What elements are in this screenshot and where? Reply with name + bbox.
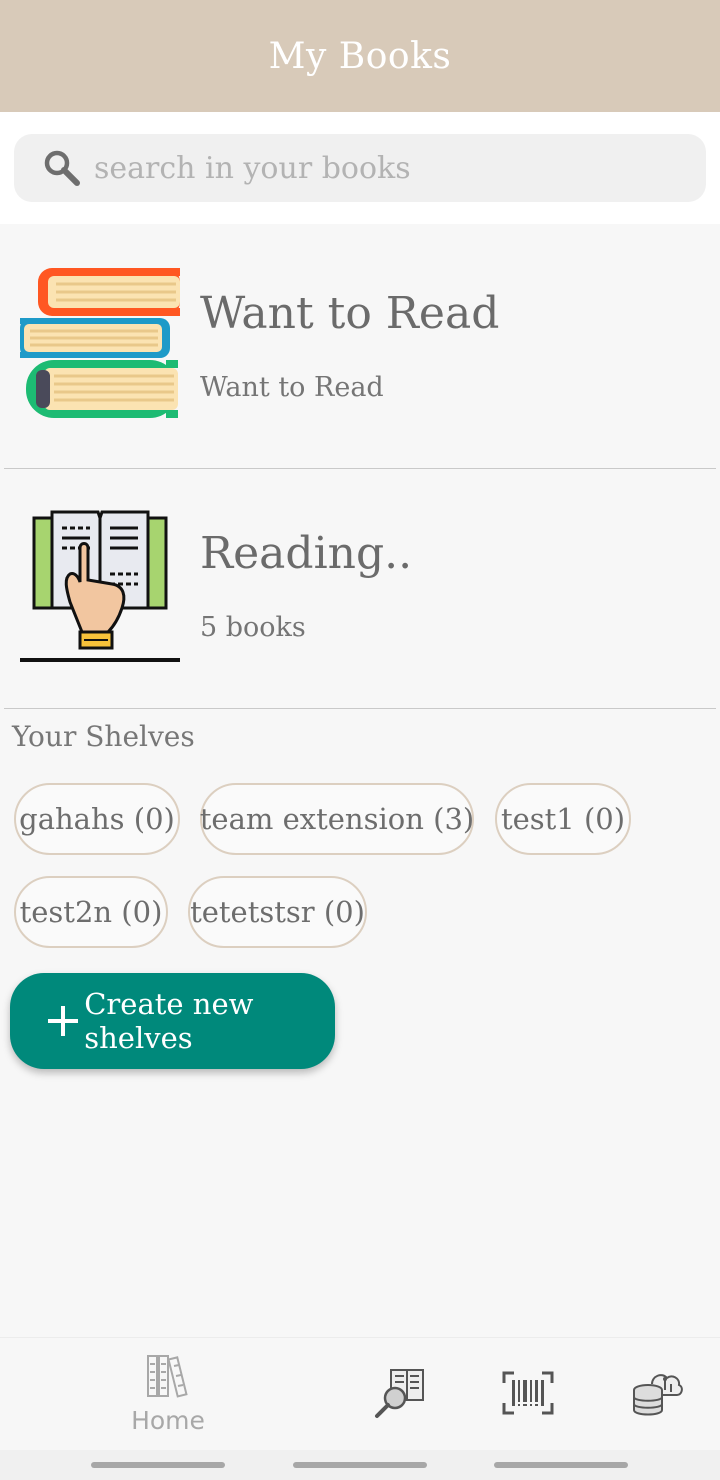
nav-book-search[interactable]	[368, 1338, 432, 1451]
shelf-reading[interactable]: Reading.. 5 books	[0, 468, 720, 708]
shelf-title: Reading..	[200, 528, 413, 579]
book-search-icon	[373, 1366, 427, 1424]
your-shelves-heading: Your Shelves	[12, 720, 195, 753]
search-icon	[42, 148, 82, 188]
shelf-want-to-read[interactable]: Want to Read Want to Read	[0, 228, 720, 468]
create-button-label: Create new shelves	[84, 987, 254, 1055]
shelf-title: Want to Read	[200, 288, 500, 339]
cloud-database-icon	[632, 1368, 684, 1422]
shelf-chip[interactable]: tetetstsr (0)	[188, 876, 367, 948]
search-area	[0, 112, 720, 224]
search-input[interactable]	[94, 150, 654, 186]
divider	[4, 708, 716, 709]
search-bar[interactable]	[14, 134, 706, 202]
books-shelf-icon	[146, 1354, 190, 1402]
shelf-chip[interactable]: test2n (0)	[14, 876, 168, 948]
shelf-chip[interactable]: test1 (0)	[495, 783, 631, 855]
plus-icon	[48, 1006, 79, 1036]
open-book-hand-icon	[20, 504, 180, 664]
shelf-chip[interactable]: team extension (3)	[200, 783, 474, 855]
barcode-scan-icon	[502, 1371, 554, 1419]
gesture-pill	[293, 1462, 427, 1468]
nav-home-label: Home	[131, 1406, 205, 1435]
shelf-chip[interactable]: gahahs (0)	[14, 783, 180, 855]
nav-barcode-scan[interactable]	[496, 1338, 560, 1451]
page-title: My Books	[268, 35, 452, 77]
create-new-shelves-button[interactable]: Create new shelves	[10, 973, 335, 1069]
gesture-pill	[91, 1462, 225, 1468]
bottom-navigation: Home	[0, 1337, 720, 1450]
nav-home[interactable]: Home	[118, 1338, 218, 1451]
shelf-subtitle: Want to Read	[200, 372, 384, 403]
gesture-pill	[494, 1462, 628, 1468]
nav-cloud-sync[interactable]	[626, 1338, 690, 1451]
system-gesture-bar	[0, 1450, 720, 1480]
app-header: My Books	[0, 0, 720, 112]
shelf-book-count: 5 books	[200, 612, 306, 643]
stacked-books-icon	[20, 266, 180, 426]
